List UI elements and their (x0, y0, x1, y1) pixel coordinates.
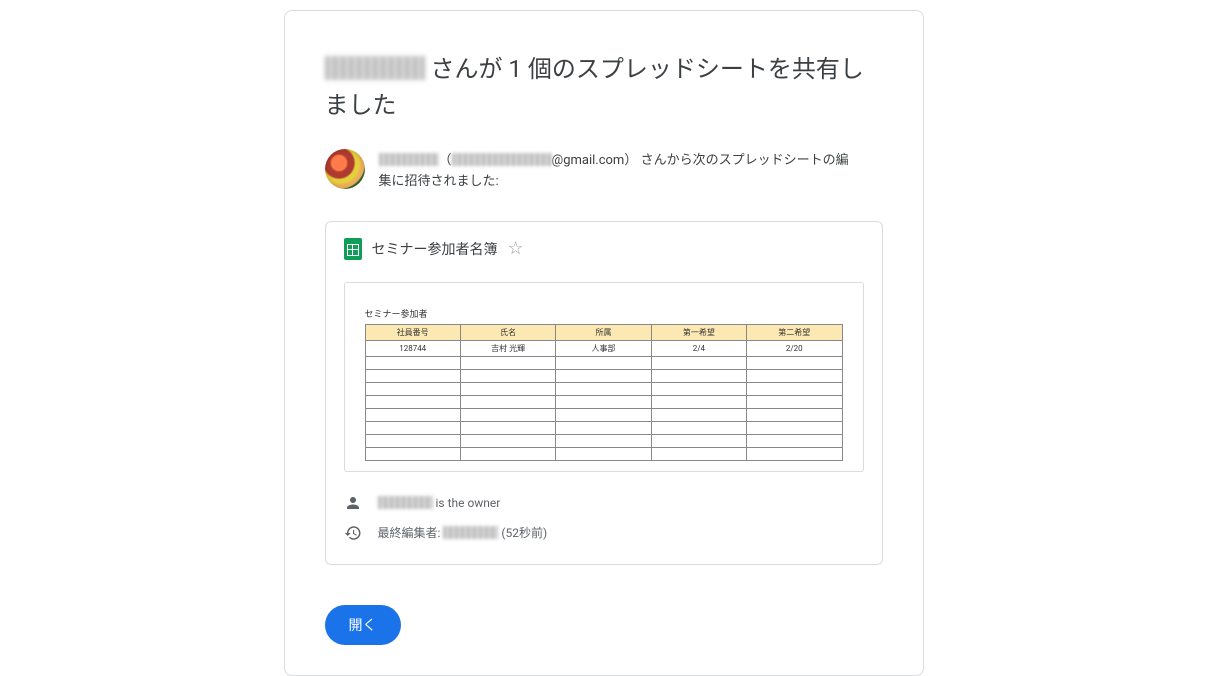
table-cell (556, 369, 651, 382)
share-notification-card: さんが 1 個のスプレッドシートを共有しました （@gmail.com） さんか… (284, 10, 924, 676)
preview-table: 社員番号氏名所属第一希望第二希望 128744吉村 光輝人事部2/42/20 (365, 324, 843, 461)
table-cell (747, 395, 842, 408)
owner-text: is the owner (378, 496, 501, 510)
table-cell (556, 395, 651, 408)
table-cell (460, 369, 555, 382)
inviter-line1-suffix: ） さんから次のスプレッドシートの編 (624, 153, 848, 168)
table-row: 128744吉村 光輝人事部2/42/20 (365, 340, 842, 356)
share-heading: さんが 1 個のスプレッドシートを共有しました (325, 51, 883, 123)
table-cell (651, 421, 746, 434)
table-cell (747, 447, 842, 460)
table-cell (651, 395, 746, 408)
redacted-editor (443, 526, 498, 539)
person-icon (344, 494, 362, 512)
table-cell (365, 408, 460, 421)
last-edit-row: 最終編集者: (52秒前) (344, 524, 864, 542)
table-cell (365, 447, 460, 460)
table-cell (365, 356, 460, 369)
table-cell (556, 447, 651, 460)
table-header: 所属 (556, 324, 651, 340)
table-row (365, 408, 842, 421)
table-cell (747, 369, 842, 382)
redacted-owner (378, 496, 433, 509)
table-cell (365, 369, 460, 382)
history-icon (344, 524, 362, 542)
table-cell (460, 408, 555, 421)
email-domain: @gmail.com (552, 153, 625, 168)
table-cell (747, 434, 842, 447)
file-card: セミナー参加者名簿 ☆ セミナー参加者 社員番号氏名所属第一希望第二希望 128… (325, 221, 883, 565)
table-row (365, 395, 842, 408)
last-edit-time: (52秒前) (501, 526, 547, 540)
table-cell (460, 434, 555, 447)
table-cell (747, 408, 842, 421)
inviter-row: （@gmail.com） さんから次のスプレッドシートの編 集に招待されました: (325, 149, 883, 193)
table-cell (365, 382, 460, 395)
table-row (365, 421, 842, 434)
spreadsheet-preview[interactable]: セミナー参加者 社員番号氏名所属第一希望第二希望 128744吉村 光輝人事部2… (344, 282, 864, 472)
table-cell (651, 356, 746, 369)
table-cell (460, 421, 555, 434)
redacted-inviter-name (379, 153, 439, 166)
table-header: 第二希望 (747, 324, 842, 340)
table-cell (747, 421, 842, 434)
inviter-line2-suffix: に招待されました: (392, 174, 499, 189)
redacted-email-local (452, 153, 552, 166)
table-cell (460, 382, 555, 395)
table-cell (365, 395, 460, 408)
table-cell (556, 408, 651, 421)
table-cell (460, 356, 555, 369)
table-cell (556, 421, 651, 434)
table-cell (365, 434, 460, 447)
owner-suffix: is the owner (433, 496, 501, 510)
table-header: 氏名 (460, 324, 555, 340)
sheets-icon (344, 238, 362, 260)
table-cell: 吉村 光輝 (460, 340, 555, 356)
table-row (365, 382, 842, 395)
table-cell (747, 356, 842, 369)
owner-row: is the owner (344, 494, 864, 512)
table-cell (651, 382, 746, 395)
table-row (365, 434, 842, 447)
table-cell: 人事部 (556, 340, 651, 356)
table-cell (556, 434, 651, 447)
table-cell (747, 382, 842, 395)
table-cell: 2/20 (747, 340, 842, 356)
table-cell (651, 447, 746, 460)
table-cell: 2/4 (651, 340, 746, 356)
table-cell (460, 447, 555, 460)
table-header: 社員番号 (365, 324, 460, 340)
table-row (365, 447, 842, 460)
table-header: 第一希望 (651, 324, 746, 340)
preview-sheet-title: セミナー参加者 (365, 307, 843, 320)
table-cell (556, 356, 651, 369)
file-name[interactable]: セミナー参加者名簿 (372, 239, 498, 259)
last-edit-prefix: 最終編集者: (378, 526, 444, 540)
avatar (325, 149, 365, 189)
table-cell (460, 395, 555, 408)
table-row (365, 356, 842, 369)
open-button[interactable]: 開く (325, 605, 401, 645)
table-cell (556, 382, 651, 395)
table-cell (651, 408, 746, 421)
redacted-name (325, 56, 425, 80)
inviter-line2-prefix: 集 (379, 174, 392, 189)
table-cell: 128744 (365, 340, 460, 356)
last-edit-text: 最終編集者: (52秒前) (378, 524, 548, 541)
table-cell (365, 421, 460, 434)
table-cell (651, 369, 746, 382)
star-icon[interactable]: ☆ (508, 240, 524, 258)
file-title-row: セミナー参加者名簿 ☆ (344, 238, 864, 260)
inviter-text: （@gmail.com） さんから次のスプレッドシートの編 集に招待されました: (379, 149, 849, 193)
table-row (365, 369, 842, 382)
table-cell (651, 434, 746, 447)
